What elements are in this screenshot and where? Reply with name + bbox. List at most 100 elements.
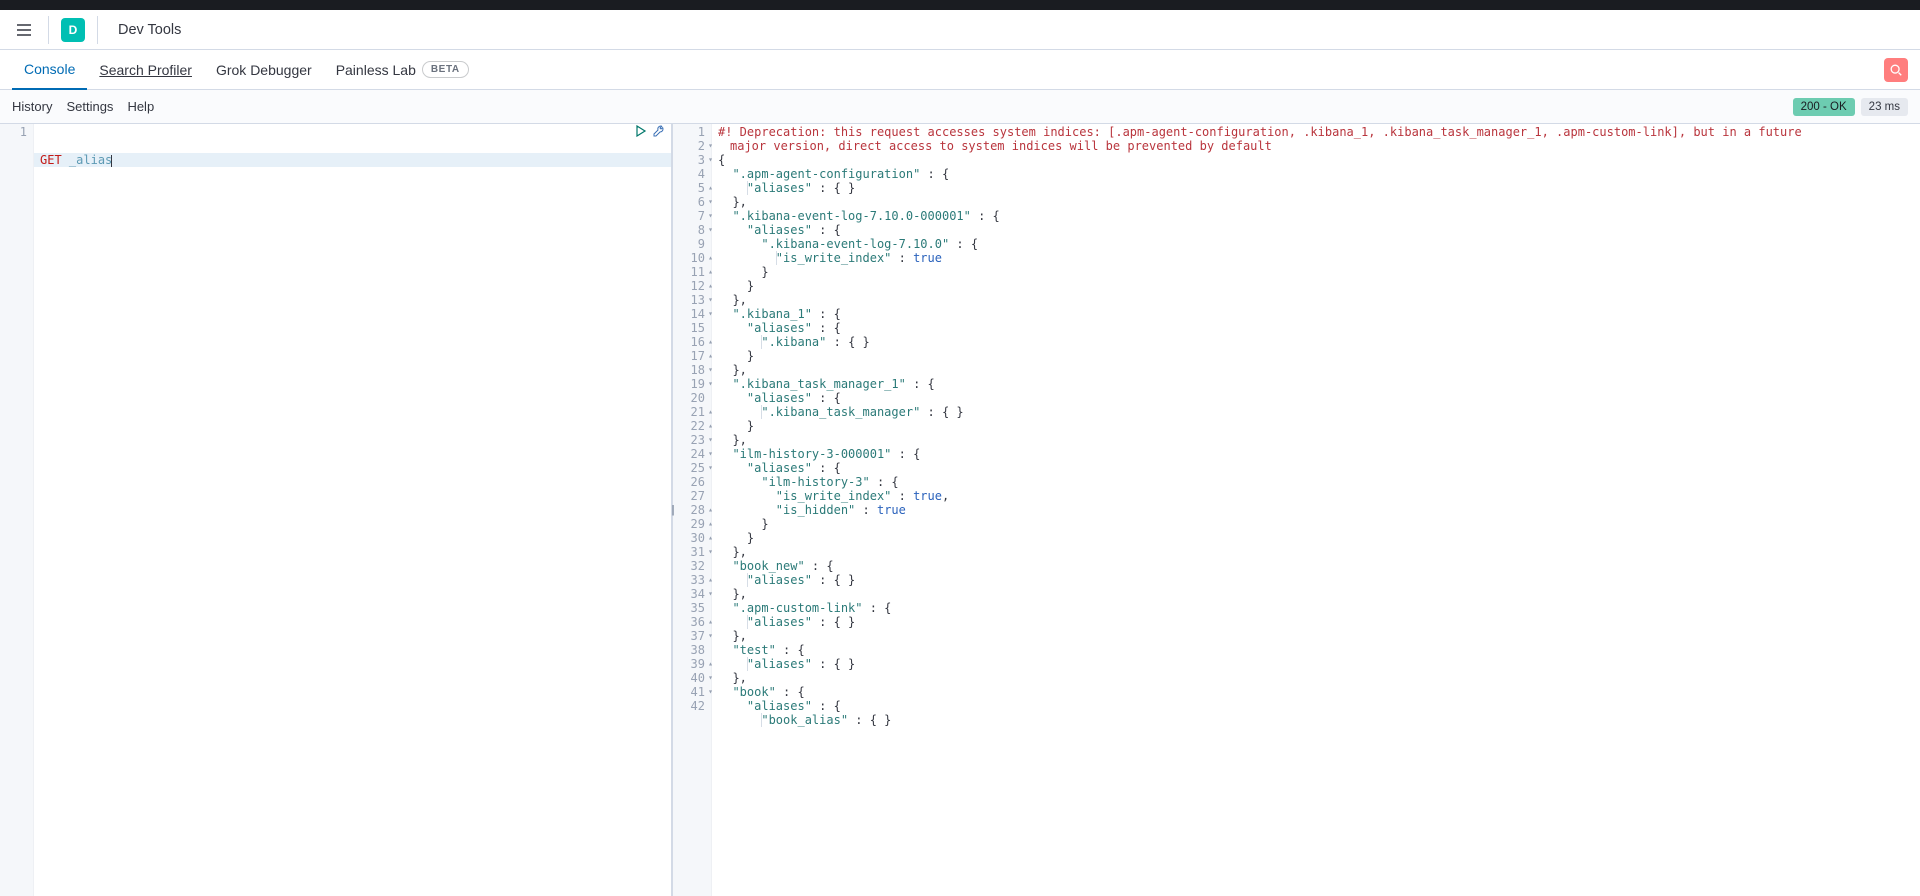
code-line: "aliases" : { <box>712 391 1920 405</box>
code-line: ".kibana-event-log-7.10.0" : { <box>712 237 1920 251</box>
hamburger-menu-button[interactable] <box>8 14 40 46</box>
line-number[interactable]: 21 <box>672 405 711 419</box>
code-line: } <box>712 349 1920 363</box>
code-line: } <box>712 265 1920 279</box>
tab-console[interactable]: Console <box>12 50 87 90</box>
json-punc: }, <box>732 363 746 377</box>
response-pane: 1234567891011121314151617181920212223242… <box>672 124 1920 896</box>
splitter[interactable]: || <box>668 124 676 896</box>
request-path: _alias <box>69 153 112 167</box>
json-key: "aliases" <box>747 181 812 195</box>
line-number[interactable]: 7 <box>672 209 711 223</box>
line-number[interactable]: 12 <box>672 279 711 293</box>
code-line: "aliases" : { <box>712 223 1920 237</box>
response-viewer[interactable]: #! Deprecation: this request accesses sy… <box>712 124 1920 896</box>
request-pane: 1 GET _alias <box>0 124 672 896</box>
line-number[interactable]: 23 <box>672 433 711 447</box>
line-number[interactable]: 28 <box>672 503 711 517</box>
line-number[interactable]: 10 <box>672 251 711 265</box>
request-gutter: 1 <box>0 124 34 896</box>
json-punc: : { } <box>812 615 855 629</box>
json-key: "aliases" <box>747 223 812 237</box>
line-number[interactable]: 33 <box>672 573 711 587</box>
json-punc: : { } <box>812 573 855 587</box>
search-button[interactable] <box>1884 58 1908 82</box>
json-punc: : { <box>812 321 841 335</box>
beta-badge: BETA <box>422 61 469 78</box>
play-icon[interactable] <box>635 125 647 137</box>
json-punc: : { <box>776 685 805 699</box>
json-key: ".kibana-event-log-7.10.0-000001" <box>732 209 970 223</box>
line-number: 15 <box>672 321 711 335</box>
request-line[interactable]: GET _alias <box>34 153 671 167</box>
line-number[interactable]: 36 <box>672 615 711 629</box>
code-line: "book" : { <box>712 685 1920 699</box>
tab-grok-debugger[interactable]: Grok Debugger <box>204 50 324 90</box>
line-number[interactable]: 2 <box>672 139 711 153</box>
line-number[interactable]: 24 <box>672 447 711 461</box>
line-number[interactable]: 19 <box>672 377 711 391</box>
code-line: }, <box>712 195 1920 209</box>
history-link[interactable]: History <box>12 99 52 114</box>
line-number[interactable]: 16 <box>672 335 711 349</box>
line-number[interactable]: 41 <box>672 685 711 699</box>
line-number[interactable]: 40 <box>672 671 711 685</box>
line-number: 1 <box>672 125 711 139</box>
line-number[interactable]: 13 <box>672 293 711 307</box>
header: D Dev Tools <box>0 10 1920 50</box>
line-number[interactable]: 25 <box>672 461 711 475</box>
tab-search-profiler[interactable]: Search Profiler <box>87 50 204 90</box>
line-number[interactable]: 17 <box>672 349 711 363</box>
json-key: ".kibana" <box>761 335 826 349</box>
code-line: "book_new" : { <box>712 559 1920 573</box>
line-number[interactable]: 31 <box>672 545 711 559</box>
json-key: "book_alias" <box>761 713 848 727</box>
line-number[interactable]: 39 <box>672 657 711 671</box>
line-number[interactable]: 34 <box>672 587 711 601</box>
line-number[interactable]: 6 <box>672 195 711 209</box>
code-line: { <box>712 153 1920 167</box>
line-number[interactable]: 29 <box>672 517 711 531</box>
json-key: "aliases" <box>747 461 812 475</box>
code-line: "aliases" : { } <box>712 615 1920 629</box>
line-number[interactable]: 14 <box>672 307 711 321</box>
line-number[interactable]: 18 <box>672 363 711 377</box>
line-number: 32 <box>672 559 711 573</box>
code-line: }, <box>712 433 1920 447</box>
line-number[interactable]: 37 <box>672 629 711 643</box>
line-number[interactable]: 22 <box>672 419 711 433</box>
json-key: "book_new" <box>732 559 804 573</box>
code-line: ".kibana-event-log-7.10.0-000001" : { <box>712 209 1920 223</box>
code-line: }, <box>712 629 1920 643</box>
json-punc: : { <box>891 447 920 461</box>
json-punc: : { <box>812 461 841 475</box>
hamburger-icon <box>16 22 32 38</box>
tab-painless-lab[interactable]: Painless Lab BETA <box>324 50 481 90</box>
line-number[interactable]: 3 <box>672 153 711 167</box>
code-line: ".kibana_1" : { <box>712 307 1920 321</box>
json-punc: : { <box>812 223 841 237</box>
line-number: 9 <box>672 237 711 251</box>
line-number[interactable]: 5 <box>672 181 711 195</box>
code-line: "aliases" : { <box>712 321 1920 335</box>
line-number: 1 <box>0 125 33 139</box>
line-number[interactable]: 8 <box>672 223 711 237</box>
app-badge[interactable]: D <box>61 18 85 42</box>
line-number[interactable]: 30 <box>672 531 711 545</box>
request-editor[interactable]: GET _alias <box>34 124 671 896</box>
json-key: "is_hidden" <box>776 503 855 517</box>
code-line: } <box>712 279 1920 293</box>
wrench-icon[interactable] <box>653 125 665 137</box>
json-key: "aliases" <box>747 573 812 587</box>
code-line: ".kibana_task_manager_1" : { <box>712 377 1920 391</box>
settings-link[interactable]: Settings <box>66 99 113 114</box>
json-punc: }, <box>732 433 746 447</box>
json-key: "ilm-history-3-000001" <box>732 447 891 461</box>
subbar: History Settings Help 200 - OK 23 ms <box>0 90 1920 124</box>
json-punc: : { <box>812 699 841 713</box>
code-line: } <box>712 517 1920 531</box>
line-number: 20 <box>672 391 711 405</box>
help-link[interactable]: Help <box>127 99 154 114</box>
line-number[interactable]: 11 <box>672 265 711 279</box>
json-punc: : { <box>870 475 899 489</box>
